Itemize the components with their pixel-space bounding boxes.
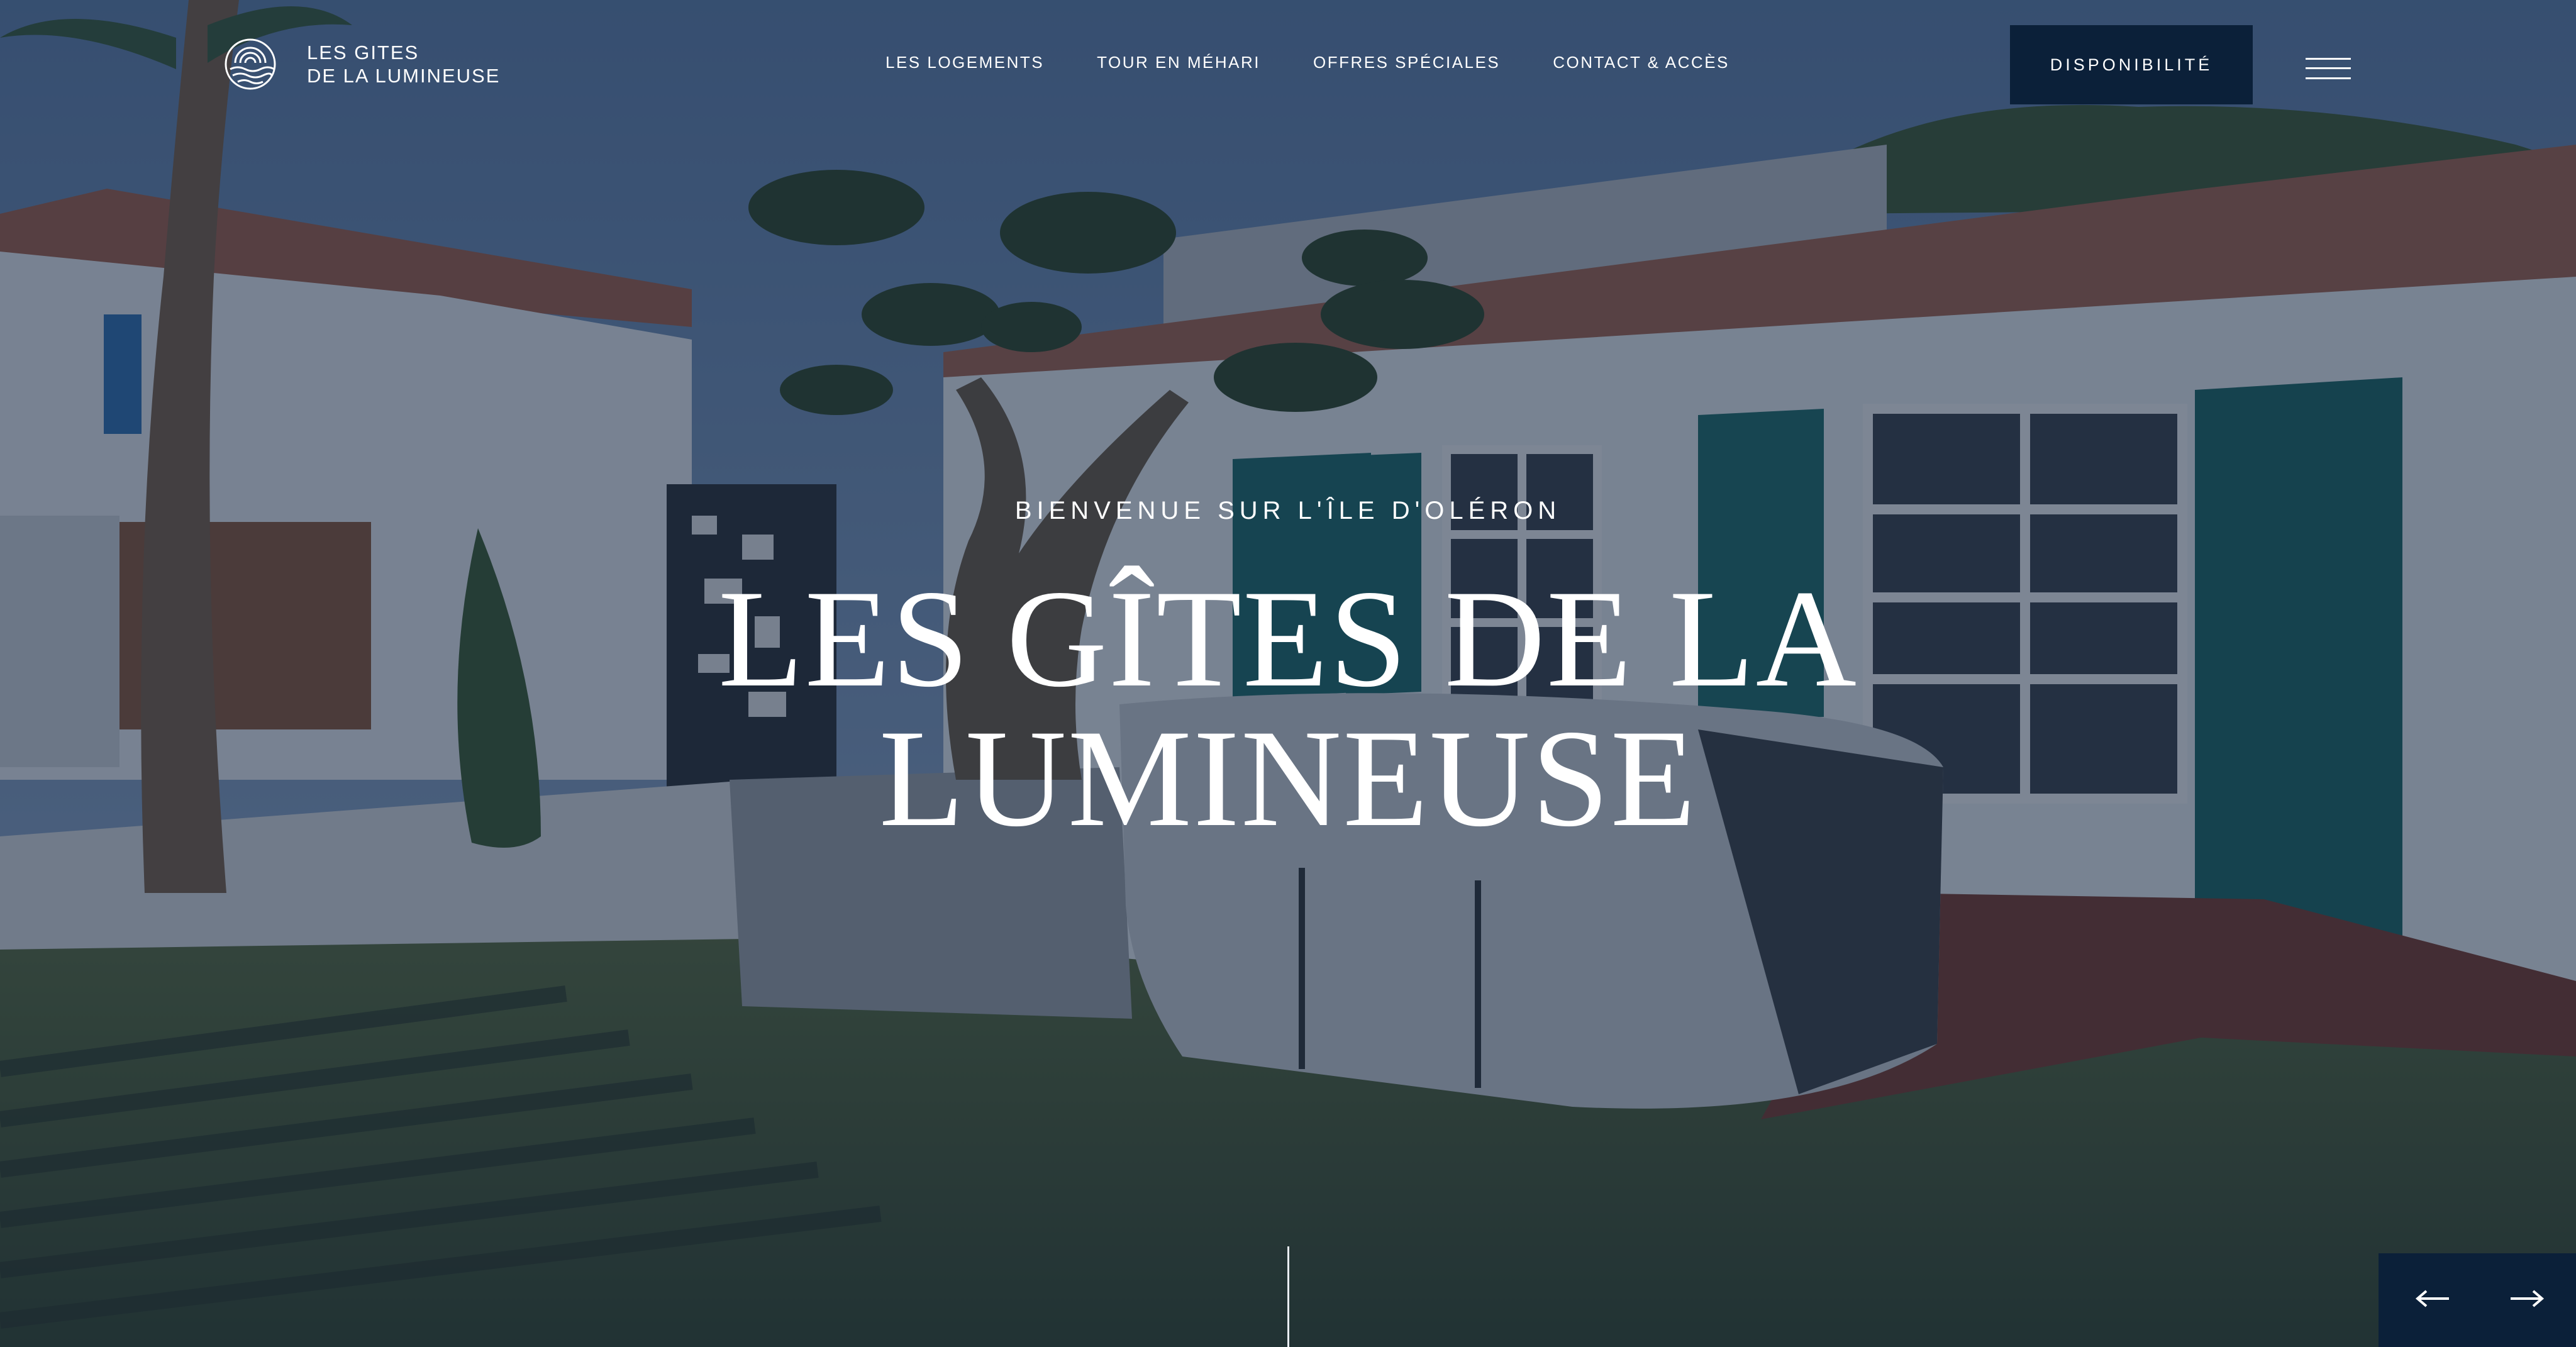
burger-line-middle [2306, 67, 2351, 69]
nav-link-offres-speciales[interactable]: OFFRES SPÉCIALES [1313, 53, 1500, 72]
main-nav: LES LOGEMENTS TOUR EN MÉHARI OFFRES SPÉC… [886, 53, 1729, 72]
brand-logo-link[interactable]: LES GITES DE LA LUMINEUSE [224, 38, 500, 91]
scroll-indicator-line [1287, 1246, 1289, 1347]
brand-name: LES GITES DE LA LUMINEUSE [307, 41, 500, 87]
sun-over-waves-icon [225, 38, 276, 90]
arrow-right-icon[interactable] [2508, 1286, 2546, 1311]
brand-line-1: LES GITES [307, 42, 419, 64]
nav-link-tour-en-mehari[interactable]: TOUR EN MÉHARI [1097, 53, 1260, 72]
hero-title: LES GÎTES DE LA LUMINEUSE [659, 569, 1917, 848]
brand-line-2: DE LA LUMINEUSE [307, 65, 501, 87]
burger-line-top [2306, 58, 2351, 60]
hero-title-line-2: LUMINEUSE [879, 701, 1697, 856]
burger-line-bottom [2306, 77, 2351, 79]
hamburger-menu-icon[interactable] [2306, 58, 2351, 79]
arrow-left-icon[interactable] [2414, 1286, 2451, 1311]
hero-kicker: BIENVENUE SUR L'ÎLE D'OLÉRON [1014, 497, 1562, 524]
site-header: LES GITES DE LA LUMINEUSE LES LOGEMENTS … [0, 0, 2576, 132]
disponibilite-button[interactable]: DISPONIBILITÉ [2010, 25, 2253, 104]
hero-title-line-1: LES GÎTES DE LA [718, 562, 1858, 716]
slider-controls [2379, 1253, 2576, 1347]
nav-link-logements[interactable]: LES LOGEMENTS [886, 53, 1044, 72]
nav-link-contact-acces[interactable]: CONTACT & ACCÈS [1553, 53, 1729, 72]
